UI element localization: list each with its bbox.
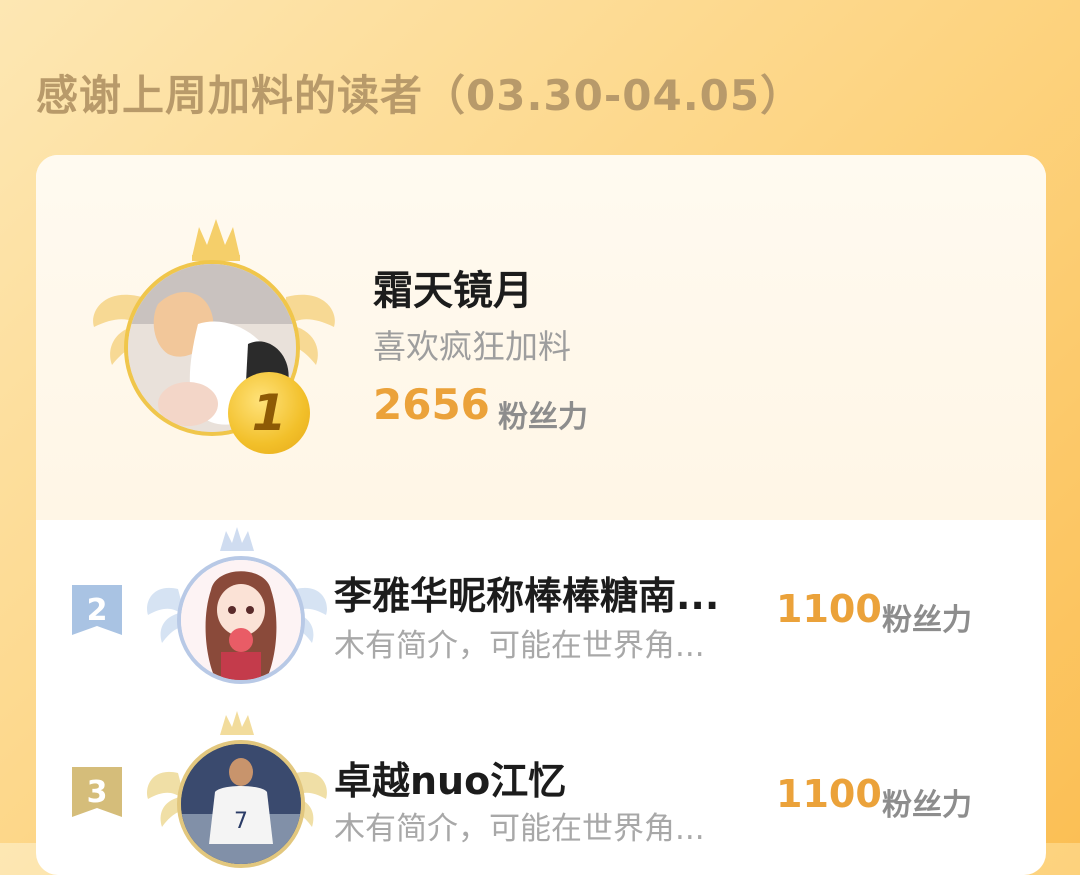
- rank1-bio: 喜欢疯狂加料: [373, 327, 571, 366]
- rank1-number: 1: [251, 384, 287, 442]
- rank3-name[interactable]: 卓越nuo江忆: [334, 750, 566, 805]
- rank2-bio: 木有简介，可能在世界角...: [334, 628, 705, 664]
- rank1-score: 2656: [373, 380, 490, 429]
- page-title: 感谢上周加料的读者（03.30-04.05）: [36, 71, 804, 120]
- svg-text:7: 7: [234, 809, 248, 834]
- leaderboard-card: 1 霜天镜月 喜欢疯狂加料 2656 粉丝力 2 李雅华昵称棒棒糖南... 木有…: [36, 155, 1046, 875]
- rank3-flag-icon: 3: [72, 767, 122, 817]
- rank2-name[interactable]: 李雅华昵称棒棒糖南...: [334, 565, 719, 620]
- rank1-name[interactable]: 霜天镜月: [373, 258, 533, 316]
- rank3-score: 1100: [776, 772, 882, 816]
- rank2-score-unit: 粉丝力: [882, 603, 972, 638]
- rank3-avatar[interactable]: 7: [177, 740, 305, 868]
- rank3-bio: 木有简介，可能在世界角...: [334, 811, 705, 847]
- rank3-number: 3: [86, 774, 108, 810]
- rank2-flag-icon: 2: [72, 585, 122, 635]
- rank2-number: 2: [86, 592, 108, 628]
- rank2-avatar[interactable]: [177, 556, 305, 684]
- rank3-score-unit: 粉丝力: [882, 788, 972, 823]
- rank1-score-unit: 粉丝力: [498, 400, 588, 435]
- rank2-score: 1100: [776, 587, 882, 631]
- rank1-badge: 1: [228, 372, 310, 454]
